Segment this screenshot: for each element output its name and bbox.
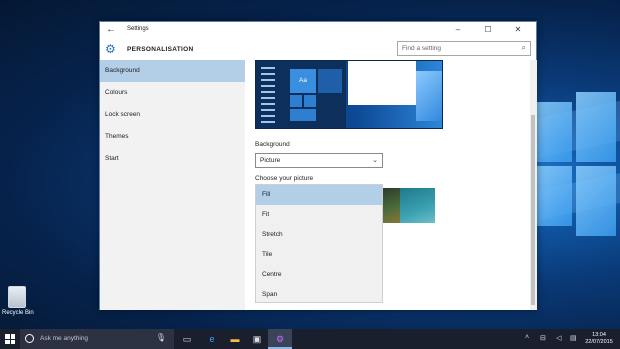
scrollbar-thumb[interactable] bbox=[531, 115, 535, 305]
sidebar-item-lock-screen[interactable]: Lock screen bbox=[100, 104, 245, 126]
cortana-icon bbox=[25, 334, 34, 343]
title-bar[interactable]: ← Settings – ☐ ✕ bbox=[100, 22, 536, 39]
windows-logo-glow bbox=[536, 92, 616, 242]
menu-item-tile[interactable]: Tile bbox=[256, 245, 382, 265]
taskbar: Ask me anything 🎙 ▭ e ▬ ▣ ⚙ ˄ ⊟ ◁ ▤ 13:0… bbox=[0, 329, 620, 349]
clock-time: 13:04 bbox=[592, 332, 606, 338]
window-title: Settings bbox=[127, 26, 149, 32]
maximize-button[interactable]: ☐ bbox=[476, 24, 500, 36]
menu-item-fill[interactable]: Fill bbox=[256, 185, 382, 205]
sidebar-item-background[interactable]: Background bbox=[100, 60, 245, 82]
recycle-bin[interactable]: Recycle Bin bbox=[2, 286, 34, 316]
sidebar-item-colours[interactable]: Colours bbox=[100, 82, 245, 104]
content-scrollbar[interactable] bbox=[530, 60, 537, 310]
background-dropdown[interactable]: Picture ⌄ bbox=[255, 153, 383, 168]
sidebar-item-themes[interactable]: Themes bbox=[100, 126, 245, 148]
choose-picture-label: Choose your picture bbox=[255, 175, 314, 182]
cortana-search-box[interactable]: Ask me anything 🎙 bbox=[20, 329, 174, 349]
background-dropdown-value: Picture bbox=[260, 157, 281, 164]
settings-taskbar-button[interactable]: ⚙ bbox=[268, 329, 292, 349]
preview-window bbox=[348, 61, 416, 105]
close-button[interactable]: ✕ bbox=[506, 24, 530, 36]
file-explorer-icon[interactable]: ▬ bbox=[228, 332, 242, 346]
background-label: Background bbox=[255, 141, 290, 148]
microphone-icon[interactable]: 🎙 bbox=[156, 333, 166, 342]
preview-tile: Aa bbox=[290, 69, 316, 93]
cortana-placeholder: Ask me anything bbox=[40, 335, 89, 342]
page-title: PERSONALISATION bbox=[127, 46, 194, 53]
keyboard-icon[interactable]: ▤ bbox=[570, 334, 577, 342]
task-view-icon[interactable]: ▭ bbox=[180, 332, 194, 346]
menu-item-fit[interactable]: Fit bbox=[256, 205, 382, 225]
settings-app-icon: ⚙ bbox=[275, 334, 285, 344]
search-icon[interactable]: ⌕ bbox=[522, 43, 526, 53]
preview-logo bbox=[416, 71, 442, 121]
menu-item-stretch[interactable]: Stretch bbox=[256, 225, 382, 245]
sidebar-item-start[interactable]: Start bbox=[100, 148, 245, 170]
clock-date: 22/07/2015 bbox=[585, 339, 613, 345]
tray-expand-icon[interactable]: ˄ bbox=[525, 334, 529, 341]
sidebar: Background Colours Lock screen Themes St… bbox=[100, 60, 245, 310]
windows-start-icon[interactable] bbox=[5, 334, 15, 344]
volume-icon[interactable]: ◁ bbox=[556, 334, 561, 342]
main-content: Aa Background Picture ⌄ Choose your pict… bbox=[245, 60, 530, 310]
background-preview: Aa bbox=[255, 60, 443, 129]
gear-icon: ⚙ bbox=[105, 42, 116, 56]
settings-window: ← Settings – ☐ ✕ ⚙ PERSONALISATION Find … bbox=[99, 21, 537, 310]
back-arrow-icon[interactable]: ← bbox=[106, 24, 116, 35]
network-icon[interactable]: ⊟ bbox=[540, 334, 546, 342]
picture-thumbnail[interactable] bbox=[400, 188, 435, 223]
recycle-bin-label: Recycle Bin bbox=[2, 310, 34, 316]
preview-start-menu: Aa bbox=[256, 61, 346, 128]
settings-header: ⚙ PERSONALISATION Find a setting ⌕ bbox=[100, 39, 536, 60]
chevron-down-icon: ⌄ bbox=[372, 157, 378, 164]
fit-dropdown-menu: Fill Fit Stretch Tile Centre Span bbox=[255, 184, 383, 303]
search-input[interactable]: Find a setting ⌕ bbox=[397, 41, 531, 56]
search-placeholder: Find a setting bbox=[402, 45, 442, 52]
edge-icon[interactable]: e bbox=[205, 332, 219, 346]
store-icon[interactable]: ▣ bbox=[250, 332, 264, 346]
recycle-bin-icon bbox=[8, 286, 26, 308]
menu-item-span[interactable]: Span bbox=[256, 285, 382, 305]
clock[interactable]: 13:04 22/07/2015 bbox=[582, 332, 616, 346]
menu-item-centre[interactable]: Centre bbox=[256, 265, 382, 285]
minimize-button[interactable]: – bbox=[446, 24, 470, 36]
